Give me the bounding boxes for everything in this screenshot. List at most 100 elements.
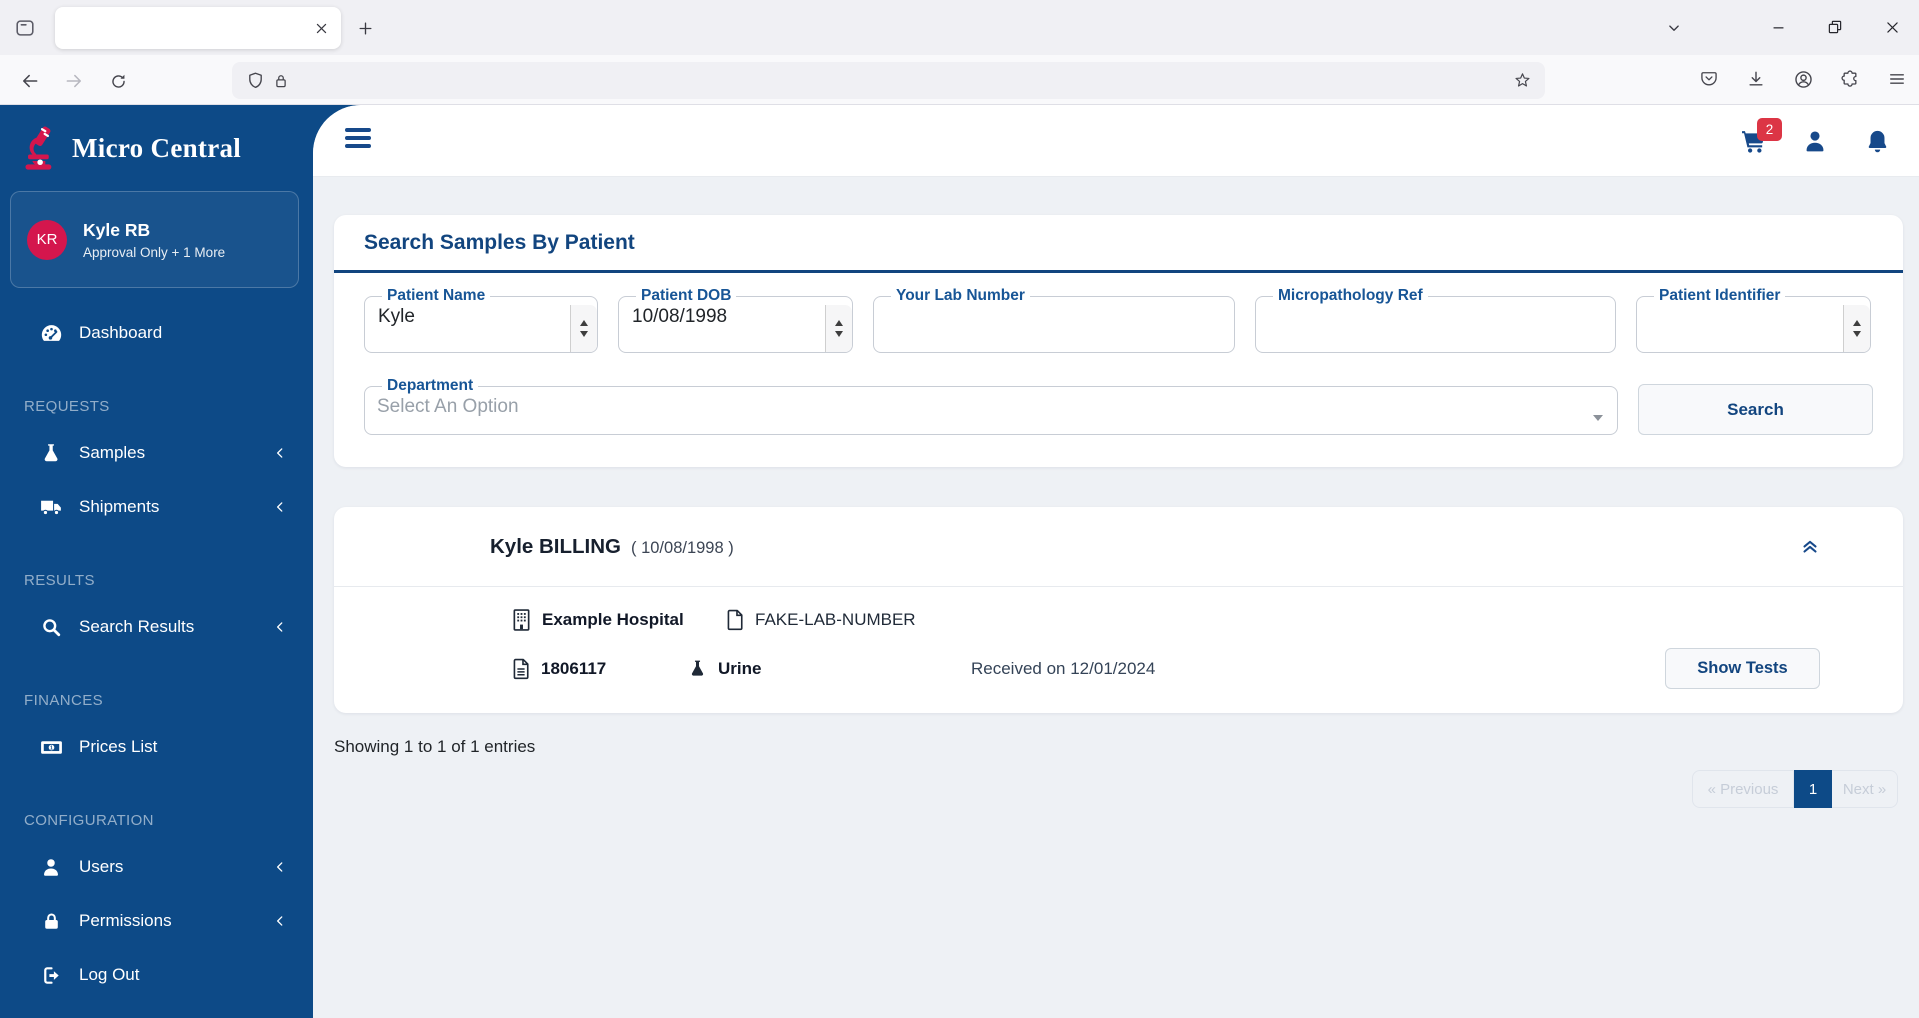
browser-chrome xyxy=(0,0,1919,105)
account-icon[interactable] xyxy=(1791,67,1815,91)
lock-icon[interactable] xyxy=(268,68,294,94)
dropdown-arrow-icon xyxy=(1593,415,1603,421)
bookmark-star-icon[interactable] xyxy=(1509,68,1535,94)
received-date: Received on 12/01/2024 xyxy=(971,658,1156,678)
stepper-arrows-icon[interactable] xyxy=(570,305,597,352)
firefox-view-icon[interactable] xyxy=(12,16,38,40)
patient-dob-label: Patient DOB xyxy=(641,287,732,304)
patient-name-field[interactable]: Patient Name xyxy=(364,287,598,353)
patient-result-card: Kyle BILLING ( 10/08/1998 ) Example Hosp… xyxy=(334,507,1903,713)
chevron-left-icon xyxy=(273,620,287,634)
search-button[interactable]: Search xyxy=(1638,384,1873,435)
window-restore-button[interactable] xyxy=(1817,10,1853,44)
window-minimize-button[interactable] xyxy=(1760,10,1796,44)
user-role: Approval Only + 1 More xyxy=(83,244,226,260)
pagination-page-1[interactable]: 1 xyxy=(1794,770,1832,808)
user-panel[interactable]: KR Kyle RB Approval Only + 1 More xyxy=(10,191,299,288)
sidebar-item-label: Permissions xyxy=(79,911,172,930)
collapse-angles-up-icon[interactable] xyxy=(1799,535,1821,557)
result-patient-dob: ( 10/08/1998 ) xyxy=(631,538,734,557)
hospital-name: Example Hospital xyxy=(542,609,684,629)
gauge-icon xyxy=(38,321,64,346)
list-all-tabs-icon[interactable] xyxy=(1660,15,1688,41)
sidebar-item-label: Shipments xyxy=(79,497,160,516)
address-bar[interactable] xyxy=(232,62,1545,99)
money-bill-icon: 1 xyxy=(38,735,64,760)
show-tests-button[interactable]: Show Tests xyxy=(1665,648,1820,689)
microscope-logo-icon xyxy=(22,125,60,171)
pagination: « Previous 1 Next » xyxy=(1692,770,1898,808)
main-area: 2 Search Samples By Patient Patient Name… xyxy=(313,105,1919,1018)
window-close-button[interactable] xyxy=(1874,10,1910,44)
menu-hamburger-icon[interactable] xyxy=(1885,67,1909,91)
sidebar-item-label: Search Results xyxy=(79,617,195,636)
sidebar-item-samples[interactable]: Samples xyxy=(0,426,313,480)
lab-number-field[interactable]: Your Lab Number xyxy=(873,287,1235,353)
patient-identifier-input[interactable] xyxy=(1649,305,1870,334)
pagination-next[interactable]: Next » xyxy=(1832,770,1898,808)
toolbar-right-icons xyxy=(1697,67,1909,91)
brand[interactable]: Micro Central xyxy=(0,105,313,191)
chevron-left-icon xyxy=(273,860,287,874)
sidebar-item-permissions[interactable]: Permissions xyxy=(0,894,313,948)
sidebar-item-label: Users xyxy=(79,857,124,876)
lock-icon xyxy=(38,911,64,932)
sidebar-item-label: Samples xyxy=(79,443,146,462)
patient-dob-field[interactable]: Patient DOB xyxy=(618,287,853,353)
sidebar: Micro Central KR Kyle RB Approval Only +… xyxy=(0,105,313,1018)
sidebar-item-users[interactable]: Users xyxy=(0,840,313,894)
new-tab-button[interactable] xyxy=(352,15,378,41)
side-nav: Dashboard REQUESTS Samples Shipments RES… xyxy=(0,306,313,1002)
card-title: Search Samples By Patient xyxy=(364,230,635,254)
downloads-icon[interactable] xyxy=(1744,67,1768,91)
sample-row-details: 1806117 Urine Received on 12/01/2024 Sho… xyxy=(512,644,1820,693)
sidebar-toggle-hamburger[interactable] xyxy=(345,128,371,152)
tab-close-icon[interactable] xyxy=(309,16,333,40)
building-icon xyxy=(512,608,531,631)
back-button[interactable] xyxy=(16,67,44,95)
svg-text:1: 1 xyxy=(50,745,53,751)
reload-button[interactable] xyxy=(104,67,132,95)
patient-name-label: Patient Name xyxy=(387,287,486,304)
page-content: Search Samples By Patient Patient Name P… xyxy=(313,177,1919,1018)
browser-tab[interactable] xyxy=(55,7,341,49)
pocket-icon[interactable] xyxy=(1697,67,1721,91)
lab-number-input[interactable] xyxy=(886,305,1234,334)
sample-type: Urine xyxy=(718,658,762,678)
patient-name-input[interactable] xyxy=(377,305,597,334)
entries-summary: Showing 1 to 1 of 1 entries xyxy=(334,737,536,756)
stepper-arrows-icon[interactable] xyxy=(825,305,852,352)
user-icon[interactable] xyxy=(1801,127,1829,155)
stepper-arrows-icon[interactable] xyxy=(1843,305,1870,352)
department-select[interactable]: Department Select An Option xyxy=(364,377,1618,435)
sidebar-item-log-out[interactable]: Log Out xyxy=(0,948,313,1002)
sidebar-section-configuration: CONFIGURATION xyxy=(24,811,154,829)
app-navbar: 2 xyxy=(313,105,1919,177)
avatar: KR xyxy=(27,219,67,260)
micropathology-ref-field[interactable]: Micropathology Ref xyxy=(1255,287,1616,353)
patient-identifier-field[interactable]: Patient Identifier xyxy=(1636,287,1871,353)
user-name: Kyle RB xyxy=(83,219,151,240)
pagination-previous[interactable]: « Previous xyxy=(1692,770,1794,808)
extensions-puzzle-icon[interactable] xyxy=(1838,67,1862,91)
forward-button[interactable] xyxy=(60,67,88,95)
brand-name: Micro Central xyxy=(72,132,242,163)
chevron-left-icon xyxy=(273,446,287,460)
sidebar-item-search-results[interactable]: Search Results xyxy=(0,600,313,654)
chevron-left-icon xyxy=(273,914,287,928)
micropathology-ref-input[interactable] xyxy=(1268,305,1615,334)
sidebar-item-prices-list[interactable]: 1 Prices List xyxy=(0,720,313,774)
bell-icon[interactable] xyxy=(1863,127,1891,155)
sidebar-item-shipments[interactable]: Shipments xyxy=(0,480,313,534)
tab-bar xyxy=(0,0,1919,55)
cart-icon[interactable]: 2 xyxy=(1739,118,1782,155)
patient-dob-input[interactable] xyxy=(631,305,852,334)
sign-out-icon xyxy=(38,964,64,987)
tracking-shield-icon[interactable] xyxy=(242,68,268,94)
sample-id: 1806117 xyxy=(541,658,607,678)
sidebar-item-label: Log Out xyxy=(79,965,140,984)
sidebar-item-dashboard[interactable]: Dashboard xyxy=(0,306,313,360)
department-label: Department xyxy=(387,377,474,394)
user-icon xyxy=(38,856,64,878)
search-icon xyxy=(38,616,64,639)
